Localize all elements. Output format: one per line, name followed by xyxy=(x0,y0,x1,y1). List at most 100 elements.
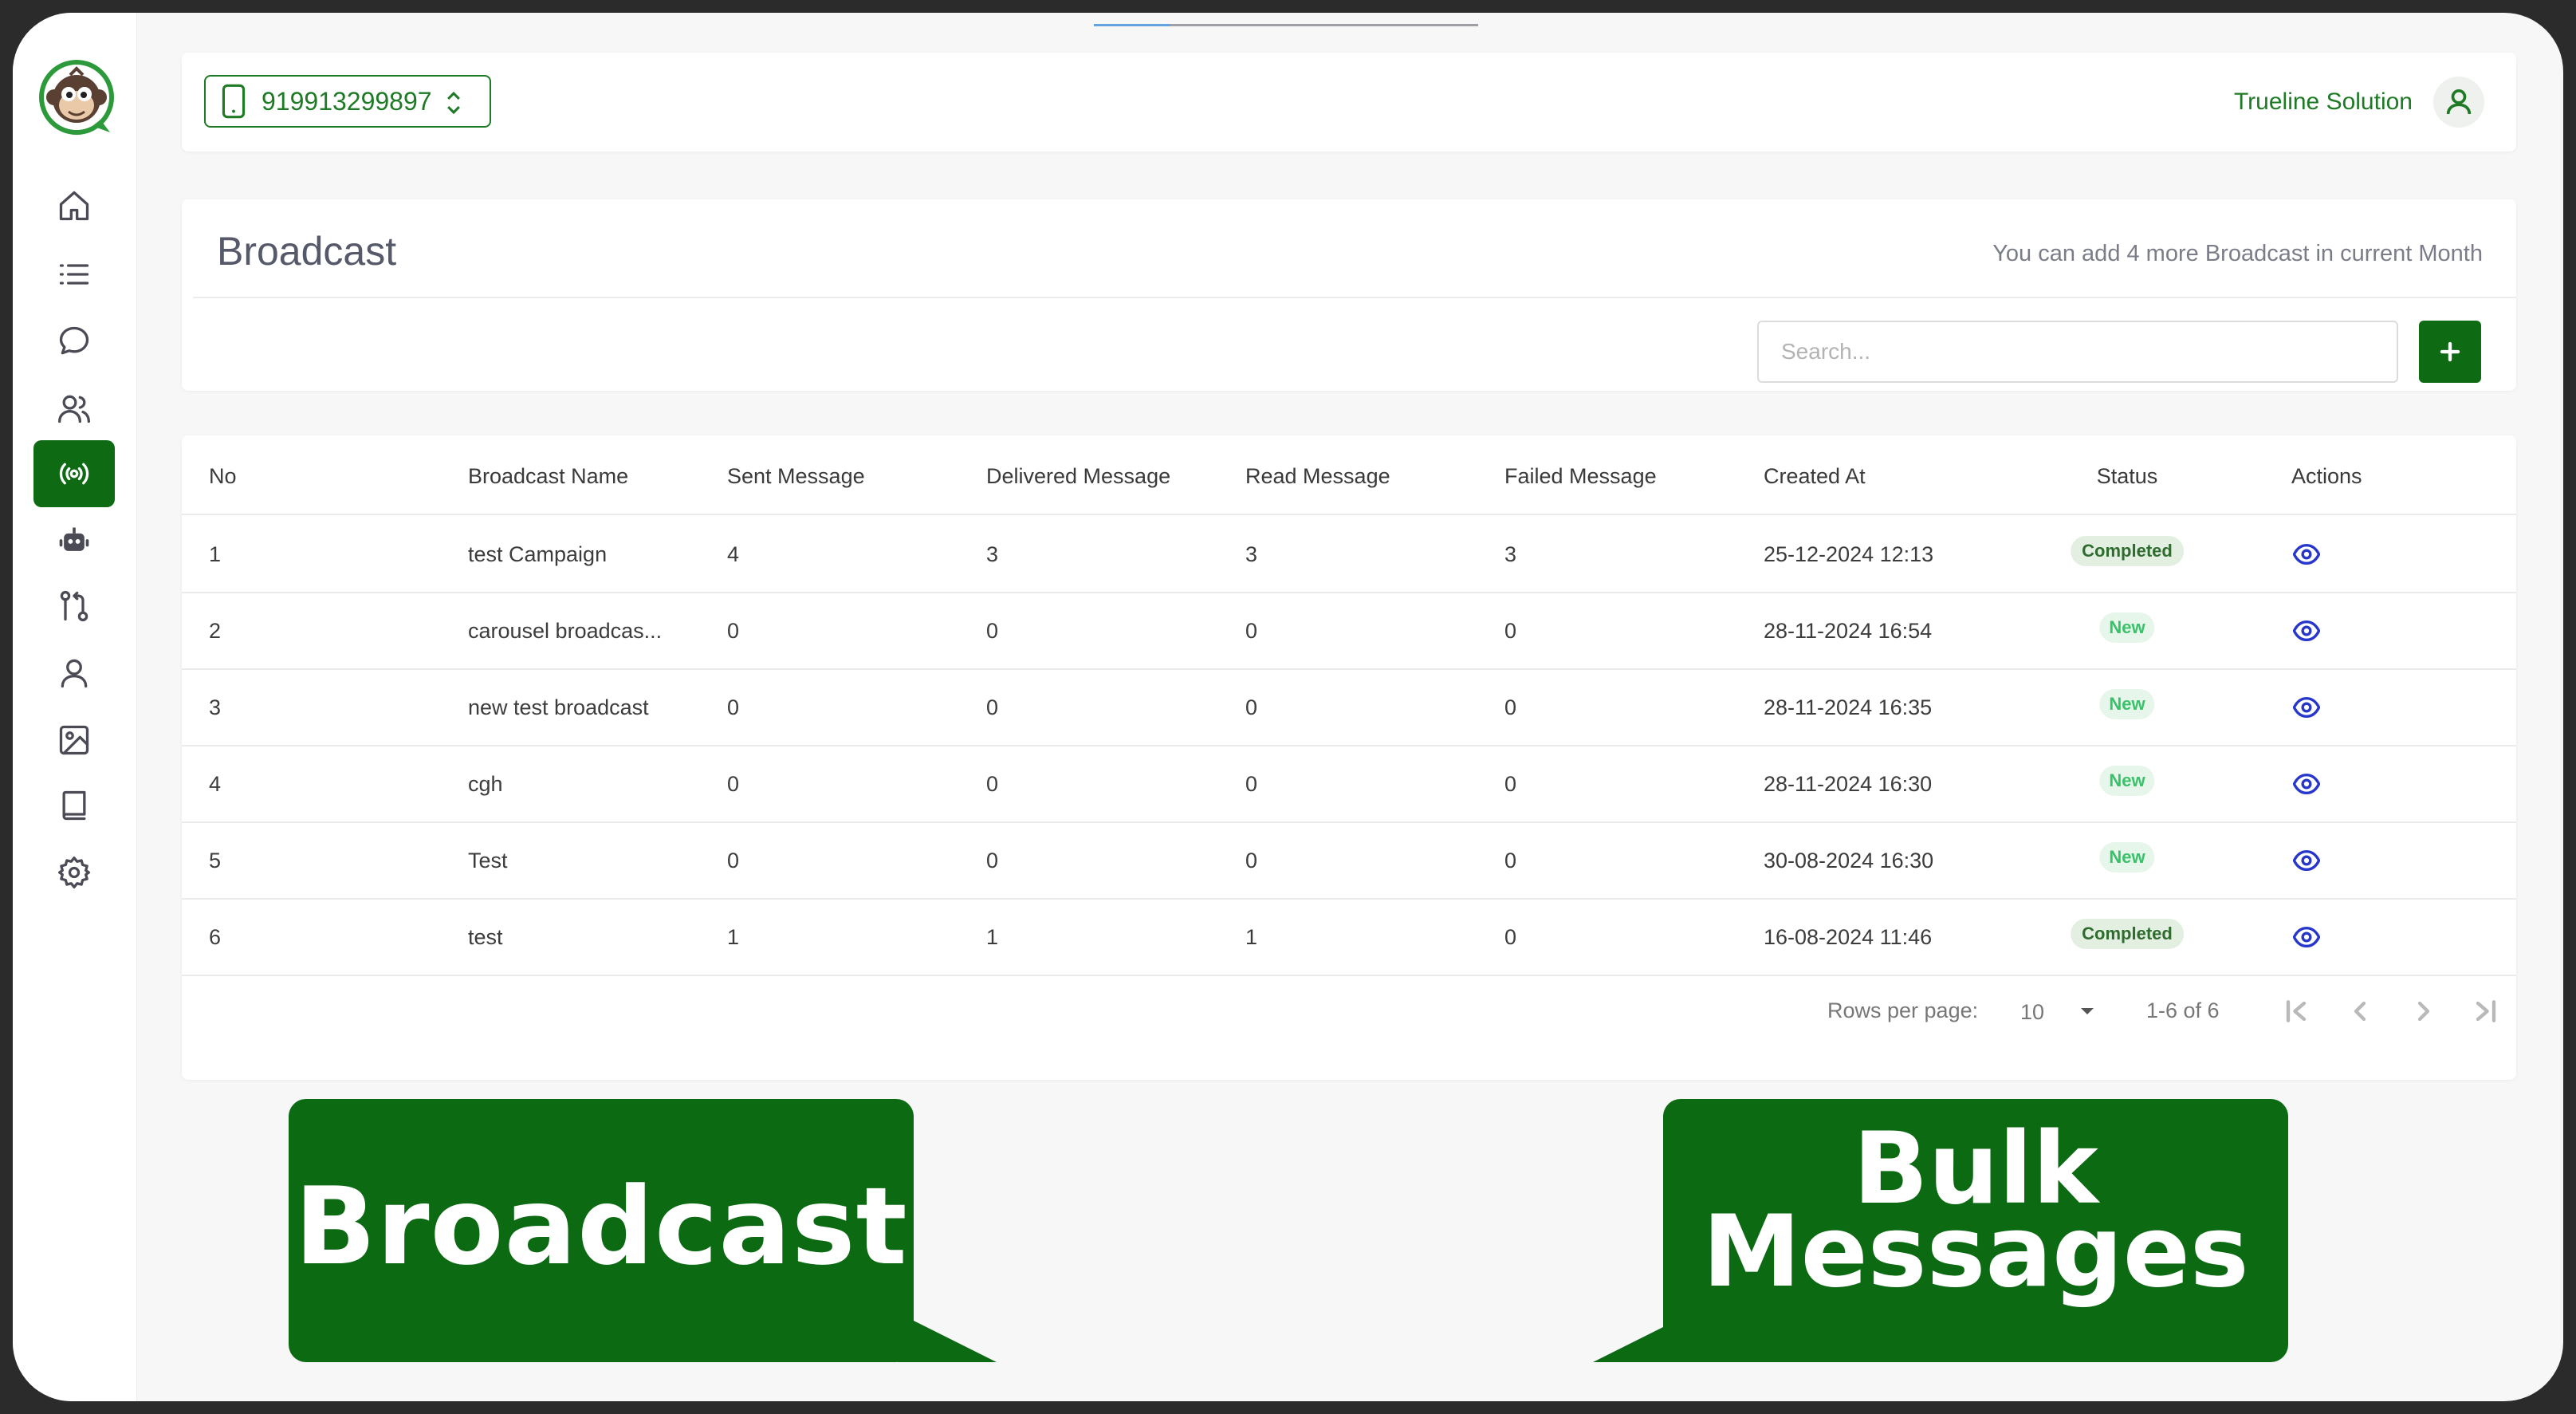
eye-icon xyxy=(2292,849,2321,872)
view-button[interactable] xyxy=(2292,542,2321,566)
view-button[interactable] xyxy=(2292,925,2321,949)
cell-no: 4 xyxy=(209,772,222,796)
page-title: Broadcast xyxy=(217,229,397,274)
account-name: Trueline Solution xyxy=(2233,89,2413,115)
top-progress-line xyxy=(1094,24,1478,26)
chat-icon xyxy=(59,326,89,355)
status-badge: New xyxy=(2099,842,2155,872)
caret-down-icon[interactable] xyxy=(2079,1006,2095,1016)
prev-page-button[interactable] xyxy=(2344,995,2376,1027)
select-updown-icon xyxy=(447,91,460,115)
cell-created-at: 25-12-2024 12:13 xyxy=(1764,542,1934,566)
phone-number-select[interactable]: 919913299897 xyxy=(204,75,491,128)
cell-failed: 0 xyxy=(1504,925,1517,949)
user-icon xyxy=(61,659,88,688)
search-input[interactable] xyxy=(1757,321,2398,383)
settings-icon xyxy=(58,857,90,888)
first-page-icon xyxy=(2286,1000,2307,1022)
col-header-no[interactable]: No xyxy=(209,464,237,489)
last-page-button[interactable] xyxy=(2470,995,2502,1027)
eye-icon xyxy=(2292,773,2321,795)
home-icon xyxy=(59,191,89,221)
top-header: 919913299897 Trueline Solution xyxy=(182,53,2516,152)
cell-created-at: 28-11-2024 16:54 xyxy=(1764,619,1933,643)
status-badge: New xyxy=(2099,689,2155,719)
cell-read: 1 xyxy=(1245,925,1258,949)
cell-broadcast-name: cgh xyxy=(468,772,503,796)
flow-icon xyxy=(60,590,88,622)
rows-per-page-select[interactable]: 10 xyxy=(2020,1000,2044,1025)
col-header-created-at[interactable]: Created At xyxy=(1764,464,1866,489)
cell-delivered: 1 xyxy=(986,925,999,949)
rows-per-page-label: Rows per page: xyxy=(1827,998,1979,1022)
last-page-icon xyxy=(2476,1000,2496,1022)
bulk-messages-callout-text: Bulk Messages xyxy=(1663,1120,2288,1302)
broadcast-callout: Broadcast xyxy=(289,1099,914,1362)
broadcast-icon xyxy=(59,463,89,485)
first-page-button[interactable] xyxy=(2280,995,2312,1027)
status-badge: New xyxy=(2099,766,2155,796)
sidebar-item-media[interactable] xyxy=(33,707,115,774)
sidebar-item-docs[interactable] xyxy=(33,772,115,839)
app-frame: 919913299897 Trueline Solution Broadcast… xyxy=(13,13,2563,1401)
phone-number-value: 919913299897 xyxy=(262,86,432,116)
sidebar-item-settings[interactable] xyxy=(33,839,115,906)
col-header-actions: Actions xyxy=(2291,464,2362,488)
chevron-right-icon xyxy=(2417,1001,2430,1022)
sidebar xyxy=(13,13,137,1401)
view-button[interactable] xyxy=(2292,695,2321,719)
account-menu[interactable]: Trueline Solution xyxy=(2234,77,2484,128)
eye-icon xyxy=(2292,620,2321,642)
table-row: 4 cgh 0 0 0 0 28-11-2024 16:30 New xyxy=(182,746,2516,823)
col-header-delivered-message[interactable]: Delivered Message xyxy=(986,464,1170,489)
sidebar-item-list[interactable] xyxy=(33,241,115,308)
sidebar-item-flow[interactable] xyxy=(33,573,115,640)
cell-sent: 0 xyxy=(727,772,740,796)
cell-broadcast-name: Test xyxy=(468,849,508,872)
cell-broadcast-name: new test broadcast xyxy=(468,695,649,719)
add-broadcast-button[interactable] xyxy=(2419,321,2481,383)
cell-failed: 0 xyxy=(1504,772,1517,796)
chevron-left-icon xyxy=(2354,1001,2366,1022)
col-header-status[interactable]: Status xyxy=(2097,464,2158,489)
cell-read: 0 xyxy=(1245,849,1258,872)
view-button[interactable] xyxy=(2292,772,2321,796)
eye-icon xyxy=(2292,926,2321,948)
next-page-button[interactable] xyxy=(2408,995,2440,1027)
avatar[interactable] xyxy=(2433,77,2484,128)
cell-created-at: 28-11-2024 16:35 xyxy=(1764,695,1933,719)
cell-broadcast-name: carousel broadcas... xyxy=(468,619,663,643)
eye-icon xyxy=(2292,696,2321,719)
monkey-logo-icon[interactable] xyxy=(37,57,116,137)
table-row: 5 Test 0 0 0 0 30-08-2024 16:30 New xyxy=(182,823,2516,900)
table-row: 2 carousel broadcas... 0 0 0 0 28-11-202… xyxy=(182,593,2516,670)
pagination-range: 1-6 of 6 xyxy=(2146,998,2220,1022)
sidebar-item-bot[interactable] xyxy=(33,507,115,574)
sidebar-item-chat[interactable] xyxy=(33,308,115,375)
top-progress-segment xyxy=(1094,24,1170,26)
cell-delivered: 3 xyxy=(986,542,999,566)
view-button[interactable] xyxy=(2292,849,2321,872)
cell-no: 5 xyxy=(209,849,222,872)
contacts-icon xyxy=(58,395,90,423)
status-badge: New xyxy=(2099,612,2155,643)
col-header-broadcast-name[interactable]: Broadcast Name xyxy=(468,464,628,489)
mobile-phone-icon xyxy=(222,84,246,119)
cell-read: 0 xyxy=(1245,772,1258,796)
col-header-sent-message[interactable]: Sent Message xyxy=(727,464,865,489)
sidebar-item-broadcast[interactable] xyxy=(33,440,115,507)
sidebar-item-contacts[interactable] xyxy=(33,375,115,442)
view-button[interactable] xyxy=(2292,619,2321,643)
broadcast-table: No Broadcast Name Sent Message Delivered… xyxy=(182,435,2516,1080)
sidebar-item-user[interactable] xyxy=(33,640,115,707)
cell-broadcast-name: test xyxy=(468,925,503,949)
cell-sent: 1 xyxy=(727,925,740,949)
cell-read: 3 xyxy=(1245,542,1258,566)
image-icon xyxy=(59,725,89,755)
col-header-read-message[interactable]: Read Message xyxy=(1245,464,1390,489)
sidebar-item-home[interactable] xyxy=(33,172,115,239)
cell-failed: 3 xyxy=(1504,542,1517,566)
cell-failed: 0 xyxy=(1504,695,1517,719)
cell-no: 3 xyxy=(209,695,222,719)
col-header-failed-message[interactable]: Failed Message xyxy=(1504,464,1657,489)
